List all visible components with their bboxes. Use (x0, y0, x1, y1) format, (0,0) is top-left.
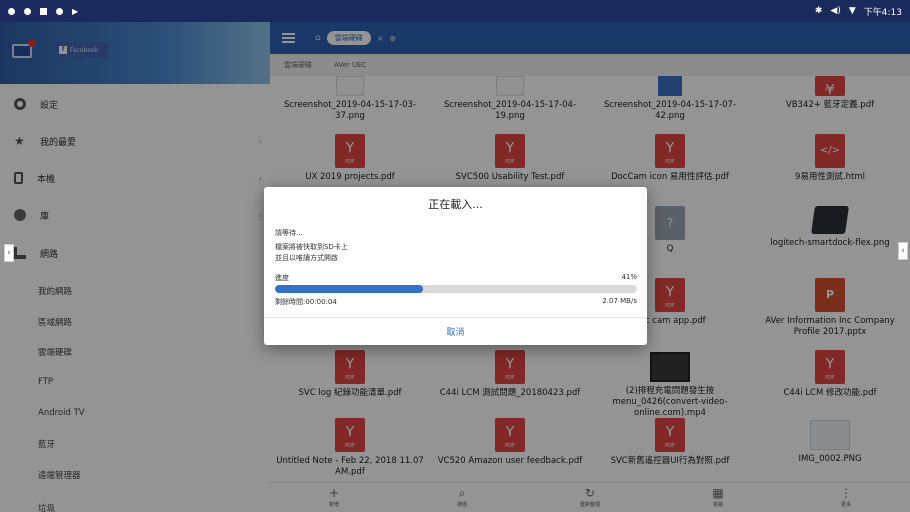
volume-icon: ◀) (830, 6, 841, 16)
progress-label: 進度 (275, 274, 289, 282)
progress-percent: 41% (621, 273, 637, 281)
chevron-left-icon[interactable]: ‹ (898, 242, 908, 260)
notification-dot-icon (8, 7, 15, 15)
bluetooth-icon: ✱ (814, 6, 823, 16)
notification-square-icon (40, 7, 47, 15)
progress-bar (275, 285, 637, 293)
loading-dialog: 正在載入... 請等待... 檔案將被快取到SD卡上 並且以唯讀方式開啟 進度 … (264, 187, 647, 345)
wifi-icon: ▼ (848, 6, 856, 16)
notification-dot-icon (24, 7, 31, 15)
cancel-button[interactable]: 取消 (264, 318, 647, 345)
dialog-wait-text: 請等待... (275, 229, 303, 237)
chevron-right-icon[interactable]: › (4, 244, 14, 262)
play-store-icon: ▶ (72, 6, 79, 16)
clock-text: 下午4:13 (863, 7, 902, 18)
status-bar: ▶ ✱ ◀) ▼ 下午4:13 (0, 0, 910, 22)
dialog-message-line: 並且以唯讀方式開啟 (275, 254, 338, 262)
remaining-time: 剩餘時間:00:00:04 (275, 298, 337, 306)
dialog-message-line: 檔案將被快取到SD卡上 (275, 243, 348, 251)
transfer-speed: 2.07 MB/s (602, 297, 637, 305)
notification-dot-icon (56, 7, 63, 15)
dialog-title: 正在載入... (428, 198, 483, 211)
progress-bar-fill (275, 285, 424, 293)
